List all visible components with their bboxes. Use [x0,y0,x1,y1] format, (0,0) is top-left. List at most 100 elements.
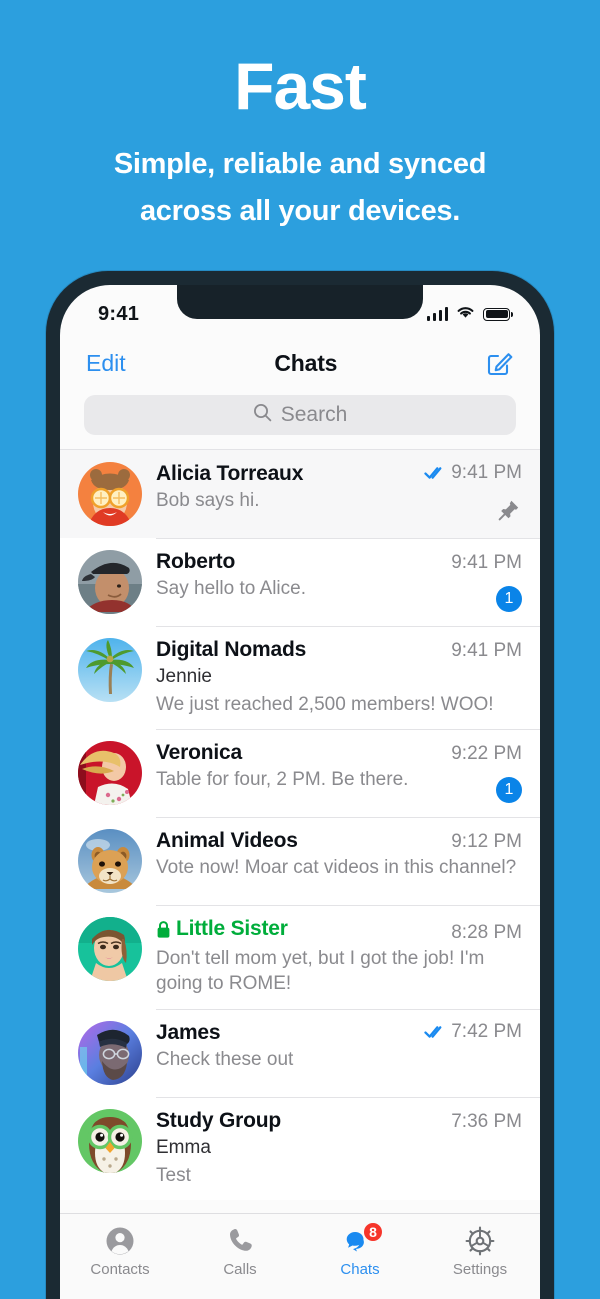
chat-row-body: Roberto 9:41 PM Say hello to Alice. 1 [156,538,540,614]
search-input[interactable]: Search [84,395,516,435]
chat-name: Roberto [156,550,236,573]
tab-calls-label: Calls [223,1261,257,1278]
hero-title: Fast [234,49,367,123]
chat-row-body: Digital Nomads 9:41 PM Jennie We just reach… [156,625,540,717]
chat-row[interactable]: Digital Nomads 9:41 PM Jennie We just reach… [60,625,540,730]
chat-snippet: Vote now! Moar cat videos in this channe… [156,857,517,879]
chats-badge: 8 [362,1221,384,1243]
search-placeholder: Search [280,403,348,426]
chat-snippet: Bob says hi. [156,490,260,511]
unread-badge: 1 [496,777,522,804]
chat-snippet: Test [156,1164,191,1186]
chat-name: James [156,1021,221,1045]
blonde-woman-red-background-avatar [78,741,142,806]
hero-subtitle-line-1: Simple, reliable and synced [113,148,487,181]
chat-snippet: Don't tell mom yet, but I got the job! I… [156,947,485,995]
chat-meta: 9:41 PM [443,552,522,574]
chat-row[interactable]: Alicia Torreaux 9:41 PM Bob says hi. [60,450,540,538]
chat-name: Study Group [156,1109,281,1133]
contacts-icon [60,1224,180,1258]
wifi-icon [456,305,475,324]
phone-icon [180,1224,300,1258]
chat-row-body: Animal Videos 9:12 PM Vote now! Moar cat v… [156,817,540,893]
chat-meta: 9:41 PM [443,640,522,662]
tab-chats-label: Chats [340,1261,380,1278]
search-bar-container: Search [60,389,540,449]
chat-time: 9:41 PM [451,462,522,483]
nav-bar: Edit Chats [60,337,540,389]
phone-screen: 9:41 Edit Chats Search Alicia Torreaux 9… [60,285,540,1299]
girl-with-orange-slices-avatar [78,462,142,526]
chat-time: 7:42 PM [451,1021,522,1043]
chat-time: 7:36 PM [451,1111,522,1133]
pin-icon [498,500,519,521]
tab-bar: Contacts Calls 8 Chats Settings [60,1213,540,1299]
owl-avatar [78,1109,142,1174]
chat-list[interactable]: Alicia Torreaux 9:41 PM Bob says hi. Robe… [60,449,540,1201]
chat-row-body: Study Group 7:36 PM Emma Test [156,1097,540,1188]
chat-row[interactable]: Animal Videos 9:12 PM Vote now! Moar cat v… [60,817,540,906]
chat-bubbles-icon: 8 [300,1221,420,1258]
chat-time: 9:41 PM [451,640,522,661]
chat-name: Animal Videos [156,829,298,853]
hero-banner: Fast Simple, reliable and synced across … [0,0,600,234]
status-time: 9:41 [98,302,140,325]
chat-sender: Emma [156,1137,211,1159]
chat-snippet: Check these out [156,1049,294,1071]
tab-chats[interactable]: 8 Chats [300,1221,420,1278]
chat-time: 9:41 PM [451,552,522,573]
chat-meta: 9:12 PM [443,831,522,853]
cellular-signal-icon [426,307,448,321]
tab-settings-label: Settings [452,1261,508,1278]
chat-snippet: We just reached 2,500 members! WOO! [156,693,494,715]
chat-time: 9:12 PM [451,831,522,853]
chat-name: Veronica [156,741,242,765]
chat-meta: 7:42 PM [416,1021,522,1043]
chat-snippet: Say hello to Alice. [156,578,306,599]
phone-notch [177,285,423,319]
chat-row[interactable]: Little Sister 8:28 PM Don't tell mom yet, … [60,905,540,1010]
gear-icon [420,1224,540,1258]
bearded-man-beanie-avatar [78,1021,142,1086]
chat-row-body: Alicia Torreaux 9:41 PM Bob says hi. [156,462,522,526]
chat-row[interactable]: James 7:42 PM Check these out [60,1009,540,1098]
chat-name: Digital Nomads [156,638,307,661]
edit-button[interactable]: Edit [86,350,126,377]
hero-subtitle-line-2: across all your devices. [139,194,461,227]
pin-indicator [498,499,520,526]
chat-meta: 7:36 PM [443,1111,522,1133]
chat-row-body: Veronica 9:22 PM Table for four, 2 PM. Be … [156,729,540,805]
chat-row-body: James 7:42 PM Check these out [156,1009,540,1085]
chat-snippet: Table for four, 2 PM. Be there. [156,769,409,791]
read-receipt-icon [424,1026,442,1038]
chat-meta: 8:28 PM [443,922,522,944]
chat-row[interactable]: Study Group 7:36 PM Emma Test [60,1097,540,1201]
lock-icon [157,920,170,938]
chat-sender: Jennie [156,666,212,687]
woman-teal-background-avatar [78,917,142,982]
tab-settings[interactable]: Settings [420,1224,540,1278]
chat-time: 9:22 PM [451,743,522,765]
unread-badge: 1 [496,586,522,612]
tab-contacts[interactable]: Contacts [60,1224,180,1278]
hero-subtitle: Simple, reliable and synced across all y… [0,141,600,234]
chat-row[interactable]: Roberto 9:41 PM Say hello to Alice. 1 [60,538,540,626]
tab-calls[interactable]: Calls [180,1224,300,1278]
chat-meta: 9:22 PM [443,743,522,765]
battery-full-icon [483,307,513,321]
lion-cub-avatar [78,829,142,894]
status-icons [426,305,513,324]
chat-row[interactable]: Veronica 9:22 PM Table for four, 2 PM. Be … [60,729,540,818]
compose-icon[interactable] [486,349,514,377]
chat-row-body: Little Sister 8:28 PM Don't tell mom yet, … [156,905,540,997]
search-icon [253,403,272,427]
page-title: Chats [274,349,338,376]
read-receipt-icon [424,467,442,479]
tab-contacts-label: Contacts [90,1261,150,1278]
man-in-cap-avatar [78,550,142,614]
chat-time: 8:28 PM [451,921,522,943]
chat-name: Little Sister [156,917,288,941]
chat-name: Alicia Torreaux [156,462,304,485]
phone-mockup: 9:41 Edit Chats Search Alicia Torreaux 9… [46,271,554,1299]
palm-tree-avatar [78,638,142,702]
